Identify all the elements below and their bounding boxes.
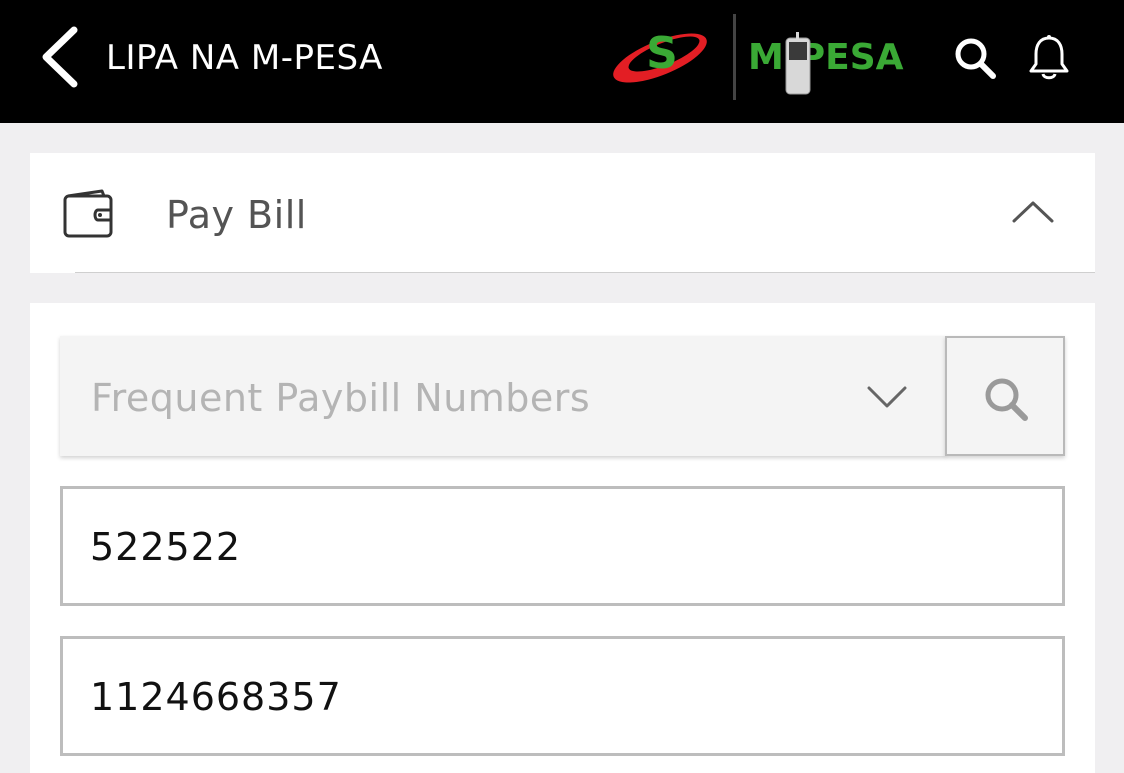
chevron-up-icon[interactable] [1010,197,1056,227]
account-number-value: 1124668357 [90,675,342,719]
notifications-button[interactable] [1026,34,1072,82]
business-number-field[interactable]: 522522 [60,486,1065,606]
business-number-value: 522522 [90,525,242,569]
pay-bill-section-header[interactable]: Pay Bill [30,153,1095,273]
svg-text:S: S [646,28,678,79]
paybill-search-button[interactable] [945,336,1065,456]
search-icon [955,38,996,79]
account-number-field[interactable]: 1124668357 [60,636,1065,756]
wallet-icon [63,189,113,238]
frequent-paybill-dropdown[interactable]: Frequent Paybill Numbers [60,336,946,456]
search-icon [985,378,1028,421]
pay-bill-form: Frequent Paybill Numbers 522522 11246683… [30,303,1095,773]
chevron-left-icon [42,26,78,88]
header-search-button[interactable] [953,36,997,80]
section-title: Pay Bill [166,193,307,237]
app-header: LIPA NA M-PESA S M-PESA [0,0,1124,123]
section-divider [75,272,1095,273]
back-button[interactable] [36,24,86,90]
bell-icon [1029,35,1069,80]
chevron-down-icon [867,386,907,408]
logo-divider [733,14,736,100]
page-title: LIPA NA M-PESA [106,38,383,78]
mpesa-logo: M-PESA [748,30,918,96]
frequent-paybill-placeholder: Frequent Paybill Numbers [91,376,591,420]
mpesa-logo-text: M-PESA [748,37,904,78]
safaricom-logo: S [612,14,716,84]
